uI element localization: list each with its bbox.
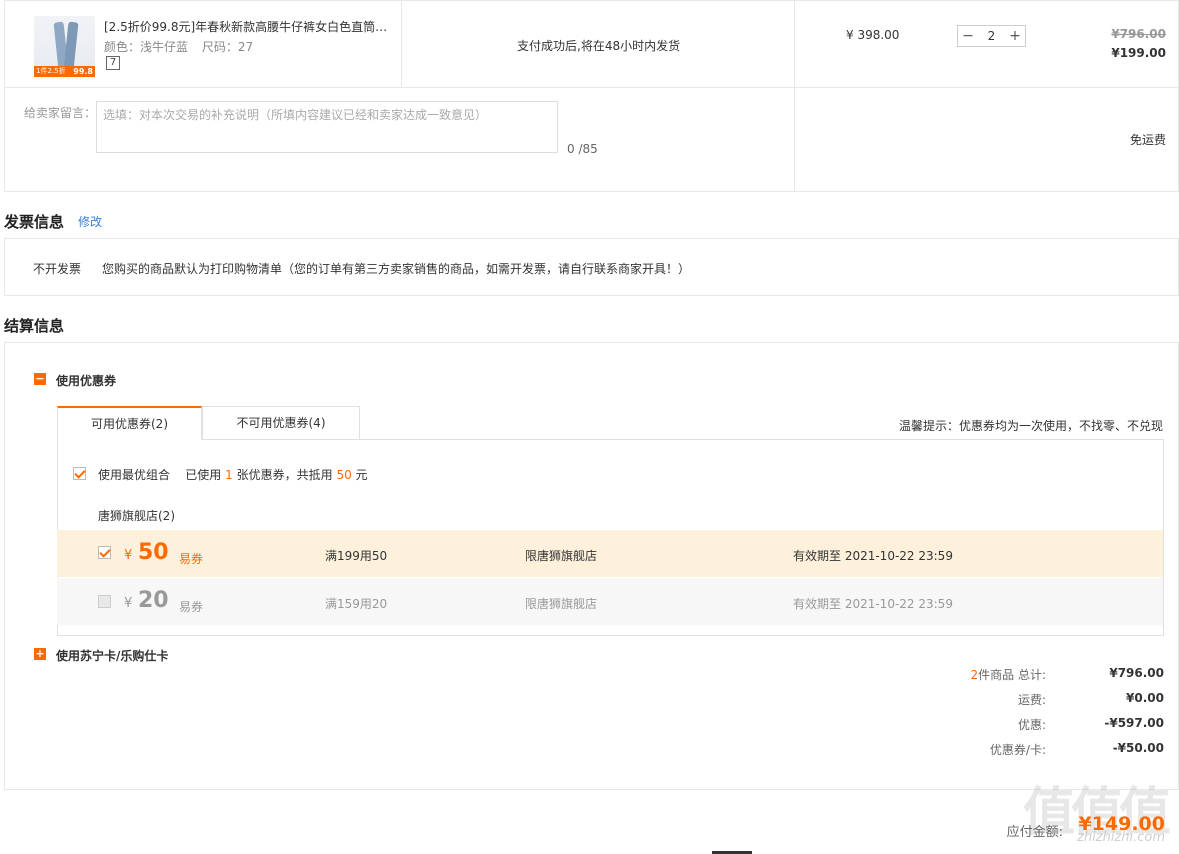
unit-price: ¥ 398.00 — [846, 28, 900, 42]
tab-unavailable-coupons[interactable]: 不可用优惠券(4) — [202, 406, 360, 440]
coupon-item[interactable]: ¥ 20 易券 满159用20 限唐狮旗舰店 有效期至 2021-10-22 2… — [57, 578, 1163, 625]
payable-amount: ¥149.00 — [1078, 813, 1165, 835]
coupon-currency: ¥ — [124, 548, 133, 563]
product-thumbnail[interactable]: 1件2.5折 99.8 — [34, 16, 95, 77]
coupon-amount: 50 — [138, 540, 169, 565]
coupon-expiry: 有效期至 2021-10-22 23:59 — [793, 549, 953, 563]
seller-message-input[interactable] — [96, 101, 558, 153]
coupon-expiry: 有效期至 2021-10-22 23:59 — [793, 597, 953, 611]
coupon-section-label[interactable]: 使用优惠券 — [56, 372, 116, 389]
original-total: ¥796.00 — [1111, 27, 1166, 41]
coupon-checkbox[interactable] — [98, 595, 111, 608]
combo-used-pre: 已使用 — [185, 468, 222, 482]
divider — [794, 0, 795, 192]
seven-day-return-icon: 7 — [106, 56, 120, 70]
coupon-card-label: 优惠券/卡: — [989, 743, 1046, 757]
shipping-note: 支付成功后,将在48小时内发货 — [517, 39, 681, 53]
quantity-value[interactable]: 2 — [978, 29, 1005, 43]
coupon-scope: 限唐狮旗舰店 — [525, 597, 598, 611]
invoice-title: 发票信息 — [4, 213, 65, 231]
thumb-tag-text: 1件2.5折 — [36, 67, 66, 75]
divider — [401, 0, 402, 87]
items-label: 件商品 总计: — [978, 668, 1046, 682]
thumb-price: 99.8 — [73, 67, 93, 76]
coupon-condition: 满199用50 — [325, 549, 388, 563]
best-combo-text: 使用最优组合 已使用 1 张优惠券，共抵用 50 元 — [98, 466, 368, 483]
quantity-stepper: − 2 + — [957, 25, 1026, 47]
thumb-tag: 1件2.5折 99.8 — [34, 66, 95, 77]
plus-icon[interactable]: + — [1005, 26, 1025, 46]
coupon-item-selected[interactable]: ¥ 50 易券 满199用50 限唐狮旗舰店 有效期至 2021-10-22 2… — [57, 530, 1163, 577]
minus-icon[interactable]: − — [958, 26, 978, 46]
coupon-type: 易券 — [179, 600, 204, 614]
invoice-type: 不开发票 — [33, 262, 82, 276]
jeans-image — [63, 21, 79, 71]
combo-used-unit: 元 — [355, 468, 368, 482]
items-total-label: 2件商品 总计: — [926, 666, 1047, 683]
product-attributes: 颜色：浅牛仔蓝 尺码：27 — [104, 38, 263, 55]
message-counter: 0 /85 — [567, 142, 598, 156]
divider — [5, 87, 1178, 88]
coupon-currency: ¥ — [124, 596, 133, 611]
discount-label: 优惠: — [1017, 718, 1046, 732]
combo-used-count: 1 — [225, 468, 233, 482]
expand-icon[interactable]: + — [34, 648, 46, 660]
store-name: 唐狮旗舰店(2) — [98, 509, 175, 523]
coupon-card-value: -¥50.00 — [1112, 741, 1164, 755]
coupon-type: 易券 — [179, 552, 204, 566]
combo-used-amount: 50 — [336, 468, 352, 482]
best-combo-checkbox[interactable] — [73, 467, 86, 480]
best-combo-label: 使用最优组合 — [98, 468, 171, 482]
product-size: 尺码：27 — [201, 40, 254, 54]
coupon-scope: 限唐狮旗舰店 — [525, 549, 598, 563]
invoice-description: 您购买的商品默认为打印购物清单（您的订单有第三方卖家销售的商品，如需开发票，请自… — [102, 262, 691, 276]
discounted-total: ¥199.00 — [1111, 46, 1166, 60]
invoice-edit-link[interactable]: 修改 — [78, 213, 102, 230]
items-total-value: ¥796.00 — [1109, 666, 1164, 680]
tab-available-coupons[interactable]: 可用优惠券(2) — [57, 406, 202, 440]
shipping-value: ¥0.00 — [1126, 691, 1164, 705]
discount-value: -¥597.00 — [1104, 716, 1164, 730]
coupon-checkbox[interactable] — [98, 546, 111, 559]
collapse-icon[interactable]: − — [34, 373, 46, 385]
coupon-hint: 温馨提示：优惠券均为一次使用，不找零、不兑现 — [898, 419, 1163, 433]
shipping-label: 运费: — [1017, 693, 1046, 707]
items-count: 2 — [970, 668, 979, 682]
product-title[interactable]: [2.5折价99.8元]年春秋新款高腰牛仔裤女白色直筒… — [104, 18, 388, 35]
card-section-label[interactable]: 使用苏宁卡/乐购仕卡 — [56, 647, 168, 664]
payable-label: 应付金额: — [1006, 825, 1063, 840]
shipping-fee: 免运费 — [1129, 133, 1166, 147]
settlement-title: 结算信息 — [4, 317, 65, 335]
message-label: 给卖家留言： — [24, 106, 97, 120]
coupon-condition: 满159用20 — [325, 597, 388, 611]
combo-used-mid: 张优惠券，共抵用 — [236, 468, 333, 482]
product-color: 颜色：浅牛仔蓝 — [104, 40, 189, 54]
coupon-amount: 20 — [138, 588, 169, 613]
